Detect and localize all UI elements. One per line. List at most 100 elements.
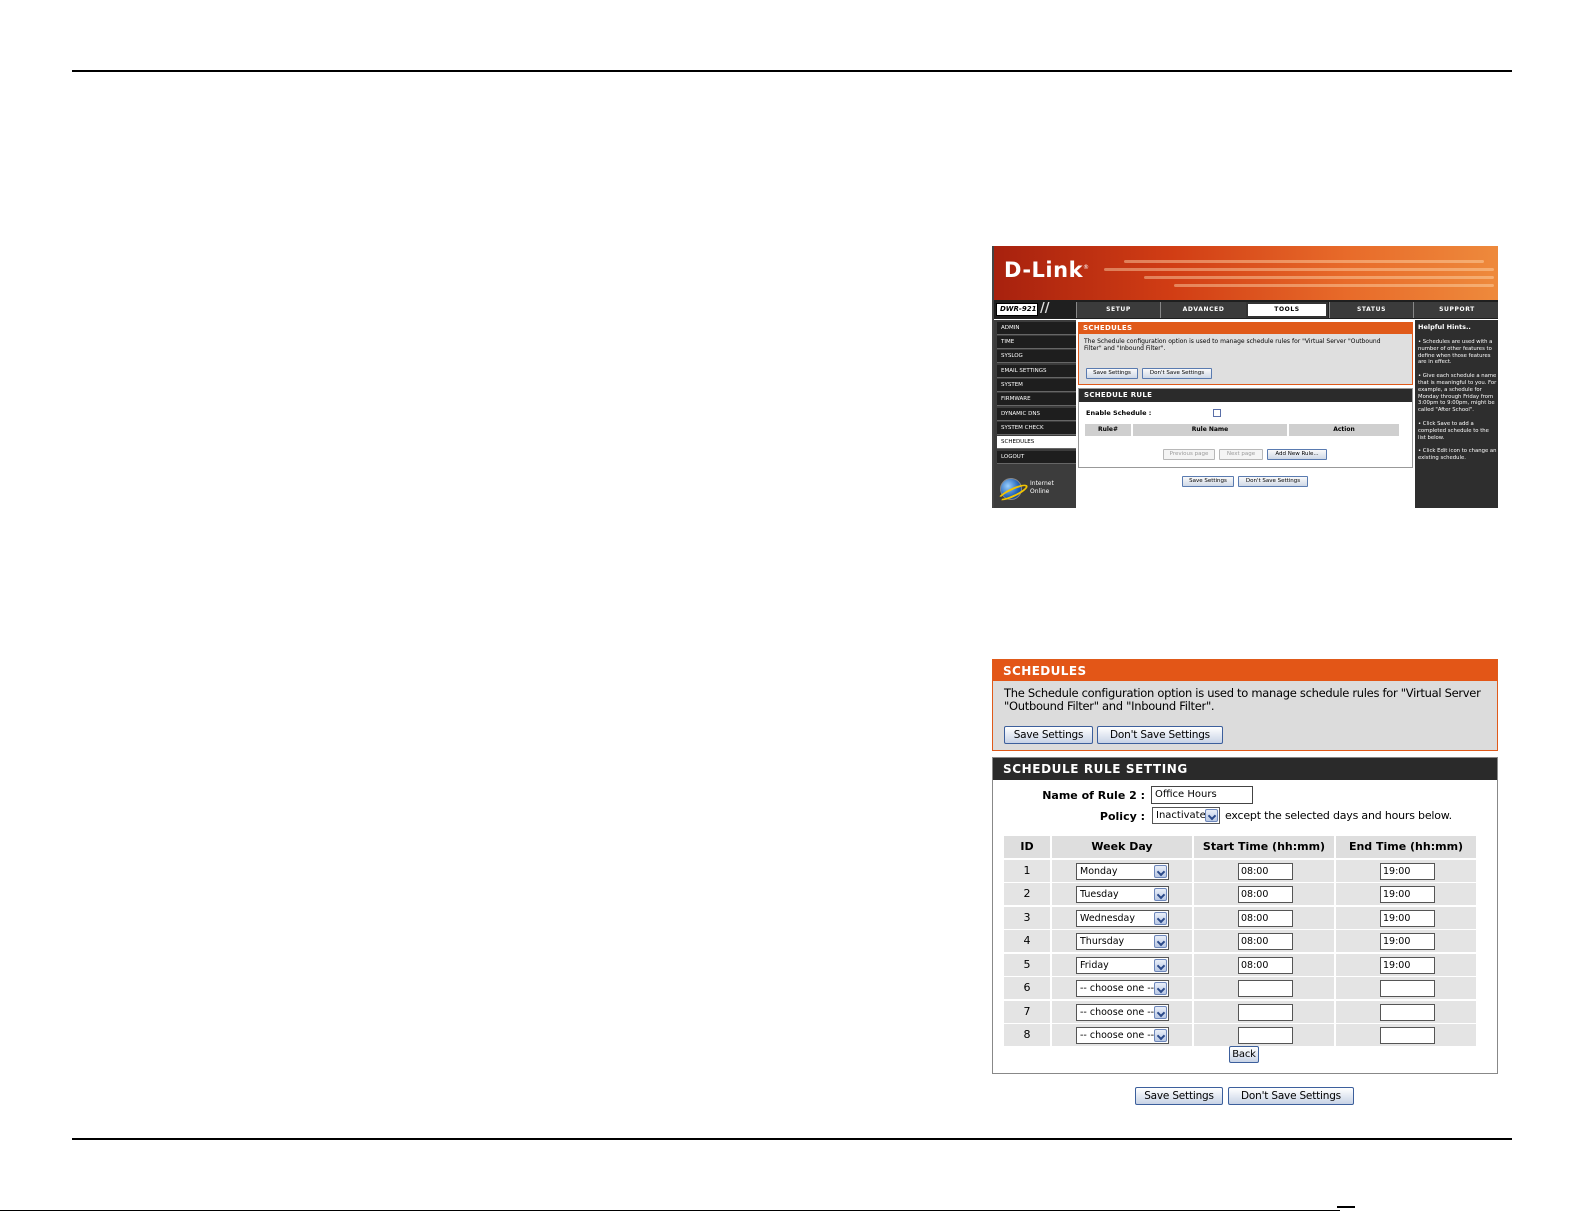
schedule-rule-heading: SCHEDULE RULE: [1079, 389, 1412, 402]
chevron-down-icon[interactable]: [1205, 809, 1218, 822]
start-time-input[interactable]: 08:00: [1238, 933, 1293, 950]
chevron-down-icon[interactable]: [1154, 888, 1167, 901]
week-day-value: -- choose one --: [1080, 983, 1155, 994]
row-id: 6: [1004, 977, 1050, 999]
sidebar-item-time[interactable]: TIME: [997, 336, 1076, 349]
start-time-input[interactable]: 08:00: [1238, 909, 1293, 927]
table-row: 7 -- choose one --: [1004, 1000, 1478, 1023]
main-content: SCHEDULES The Schedule configuration opt…: [1078, 320, 1414, 508]
top-divider: [72, 70, 1512, 72]
schedules-heading: SCHEDULES: [993, 660, 1497, 681]
enable-schedule-checkbox[interactable]: [1213, 409, 1221, 417]
week-day-value: Friday: [1080, 959, 1109, 971]
start-time-input[interactable]: [1238, 980, 1293, 997]
table-row: 4 Thursday 08:00 19:00: [1004, 930, 1478, 952]
week-day-select[interactable]: -- choose one --: [1076, 980, 1169, 997]
dont-save-settings-button-bottom[interactable]: Don't Save Settings: [1228, 1087, 1354, 1105]
table-row: 3 Wednesday 08:00 19:00: [1004, 906, 1478, 929]
week-day-select[interactable]: -- choose one --: [1076, 1003, 1169, 1021]
end-time-input[interactable]: [1380, 980, 1435, 997]
sidebar-item-logout[interactable]: LOGOUT: [997, 451, 1076, 464]
schedules-section: SCHEDULES The Schedule configuration opt…: [1078, 322, 1413, 385]
week-day-select[interactable]: Tuesday: [1076, 886, 1169, 903]
dlink-logo: D-Link®: [1004, 258, 1090, 282]
sidebar-item-firmware[interactable]: FIRMWARE: [997, 393, 1076, 406]
tab-advanced[interactable]: ADVANCED: [1160, 302, 1246, 318]
end-time-input[interactable]: [1380, 1003, 1435, 1021]
banner-streak: [1144, 276, 1494, 279]
save-settings-button-bottom[interactable]: Save Settings: [1135, 1087, 1223, 1105]
dont-save-settings-button[interactable]: Don't Save Settings: [1097, 726, 1223, 744]
start-time-input[interactable]: 08:00: [1238, 956, 1293, 974]
back-button[interactable]: Back: [1229, 1046, 1259, 1063]
rule-name-input[interactable]: Office Hours: [1151, 786, 1253, 804]
tab-tools[interactable]: TOOLS: [1246, 302, 1328, 318]
dont-save-settings-button-bottom[interactable]: Don't Save Settings: [1238, 476, 1308, 487]
schedules-description: The Schedule configuration option is use…: [1084, 338, 1381, 352]
policy-select[interactable]: Inactivate: [1152, 807, 1220, 824]
banner-streak: [1174, 284, 1494, 287]
banner-streak: [1124, 260, 1484, 263]
week-day-value: Tuesday: [1080, 889, 1119, 900]
start-time-input[interactable]: 08:00: [1238, 862, 1293, 880]
sidebar-item-schedules[interactable]: SCHEDULES: [997, 436, 1076, 449]
chevron-down-icon[interactable]: [1154, 911, 1167, 925]
end-time-input[interactable]: 19:00: [1380, 862, 1435, 880]
week-day-select[interactable]: Thursday: [1076, 933, 1169, 950]
helpful-hints-panel: Helpful Hints.. • Schedules are used wit…: [1415, 320, 1498, 508]
table-row: 6 -- choose one --: [1004, 977, 1478, 999]
week-day-select[interactable]: Friday: [1076, 956, 1169, 974]
sidebar-item-email-settings[interactable]: EMAIL SETTINGS: [997, 365, 1076, 378]
schedule-rule-section: SCHEDULE RULE Enable Schedule : Rule# Ru…: [1078, 388, 1413, 468]
table-row: 2 Tuesday 08:00 19:00: [1004, 883, 1478, 905]
add-new-rule-button[interactable]: Add New Rule...: [1267, 449, 1327, 460]
sidebar-item-admin[interactable]: ADMIN: [997, 322, 1076, 335]
row-id: 1: [1004, 859, 1050, 882]
schedule-rule-setting-section: SCHEDULE RULE SETTING Name of Rule 2 : O…: [992, 757, 1498, 1074]
chevron-down-icon[interactable]: [1154, 982, 1167, 995]
end-time-input[interactable]: 19:00: [1380, 933, 1435, 950]
model-label: DWR-921: [996, 303, 1038, 316]
chevron-down-icon[interactable]: [1154, 864, 1167, 878]
previous-page-button[interactable]: Previous page: [1163, 449, 1215, 460]
tab-support[interactable]: SUPPORT: [1413, 302, 1498, 318]
schedules-description: The Schedule configuration option is use…: [1004, 686, 1481, 713]
schedules-heading: SCHEDULES: [1079, 323, 1412, 334]
end-time-input[interactable]: 19:00: [1380, 886, 1435, 903]
week-day-value: -- choose one --: [1080, 1006, 1155, 1018]
tab-status[interactable]: STATUS: [1329, 302, 1413, 318]
end-time-input[interactable]: 19:00: [1380, 909, 1435, 927]
week-day-select[interactable]: Wednesday: [1076, 909, 1169, 927]
week-day-value: -- choose one --: [1080, 1030, 1155, 1041]
column-header-end-time: End Time (hh:mm): [1336, 836, 1476, 858]
schedules-section: SCHEDULES The Schedule configuration opt…: [992, 659, 1498, 751]
end-time-input[interactable]: 19:00: [1380, 956, 1435, 974]
sidebar-item-dynamic-dns[interactable]: DYNAMIC DNS: [997, 408, 1076, 421]
week-day-select[interactable]: -- choose one --: [1076, 1027, 1169, 1044]
start-time-input[interactable]: [1238, 1027, 1293, 1044]
save-settings-button[interactable]: Save Settings: [1086, 368, 1138, 379]
policy-value: Inactivate: [1156, 810, 1206, 821]
start-time-input[interactable]: 08:00: [1238, 886, 1293, 903]
week-day-value: Monday: [1080, 865, 1118, 877]
start-time-input[interactable]: [1238, 1003, 1293, 1021]
chevron-down-icon[interactable]: [1154, 1005, 1167, 1019]
chevron-down-icon[interactable]: [1154, 958, 1167, 972]
chevron-down-icon[interactable]: [1154, 935, 1167, 948]
sidebar-item-system-check[interactable]: SYSTEM CHECK: [997, 422, 1076, 435]
end-time-input[interactable]: [1380, 1027, 1435, 1044]
tab-setup[interactable]: SETUP: [1076, 302, 1160, 318]
chevron-down-icon[interactable]: [1154, 1029, 1167, 1042]
sidebar-item-system[interactable]: SYSTEM: [997, 379, 1076, 392]
week-day-select[interactable]: Monday: [1076, 862, 1169, 880]
next-page-button[interactable]: Next page: [1219, 449, 1263, 460]
sidebar: ADMIN TIME SYSLOG EMAIL SETTINGS SYSTEM …: [994, 320, 1076, 508]
save-settings-button[interactable]: Save Settings: [1004, 726, 1093, 744]
column-header: Rule Name: [1133, 424, 1287, 436]
enable-schedule-label: Enable Schedule :: [1086, 409, 1152, 417]
sidebar-item-syslog[interactable]: SYSLOG: [997, 350, 1076, 363]
save-settings-button-bottom[interactable]: Save Settings: [1182, 476, 1234, 487]
dont-save-settings-button[interactable]: Don't Save Settings: [1142, 368, 1212, 379]
column-header: Action: [1289, 424, 1399, 436]
model-slashes: //: [1040, 301, 1050, 316]
